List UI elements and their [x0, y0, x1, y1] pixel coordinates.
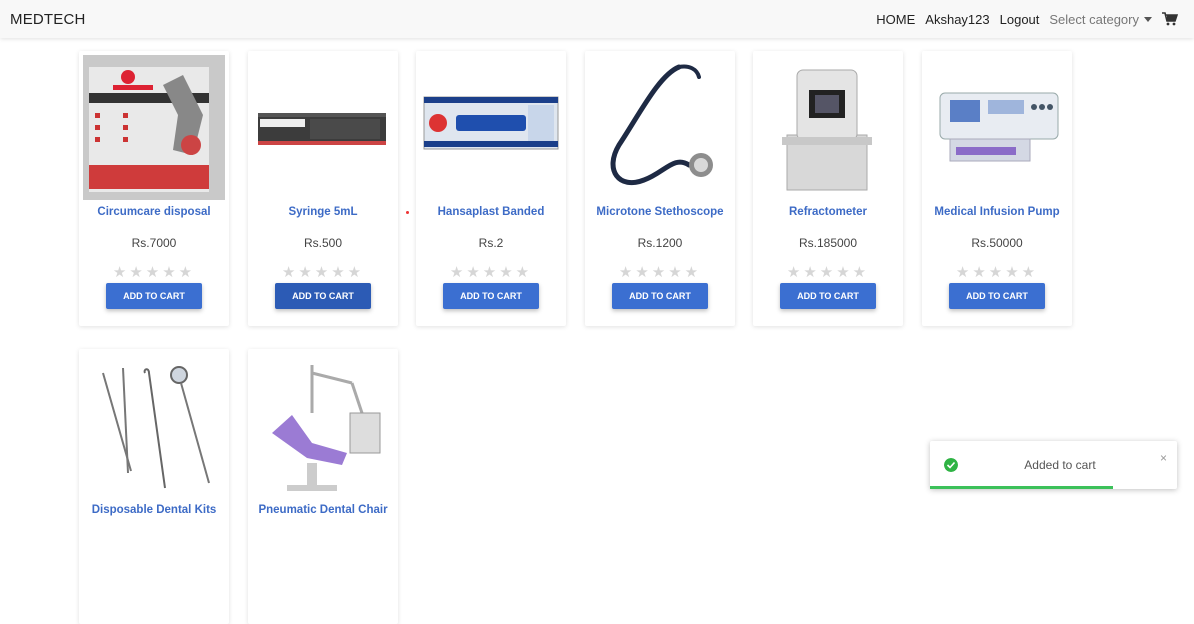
product-image-syringe[interactable] [252, 55, 394, 200]
add-to-cart-button[interactable]: ADD TO CART [275, 283, 371, 309]
product-title[interactable]: Medical Infusion Pump [922, 206, 1072, 218]
star-icon[interactable]: ★ [635, 264, 651, 281]
product-card[interactable]: Circumcare disposal Rs.7000 ★★★★★ ADD TO… [79, 51, 229, 326]
add-to-cart-button[interactable]: ADD TO CART [443, 283, 539, 309]
toast-message: Added to cart [1024, 458, 1096, 472]
star-icon[interactable]: ★ [282, 264, 298, 281]
product-price: Rs.185000 [798, 236, 858, 250]
star-icon[interactable]: ★ [1022, 264, 1038, 281]
stray-dot [406, 211, 409, 214]
product-image-refractometer[interactable] [757, 55, 899, 200]
product-card[interactable]: Syringe 5mL Rs.500 ★★★★★ ADD TO CART [248, 51, 398, 326]
star-icon[interactable]: ★ [836, 264, 852, 281]
product-price: Rs.7000 [131, 236, 177, 250]
star-icon[interactable]: ★ [113, 264, 129, 281]
star-icon[interactable]: ★ [668, 264, 684, 281]
star-rating[interactable]: ★★★★★ [416, 263, 566, 281]
star-icon[interactable]: ★ [787, 264, 803, 281]
nav-logout-link[interactable]: Logout [1000, 12, 1040, 27]
star-icon[interactable]: ★ [652, 264, 668, 281]
category-select-label: Select category [1049, 11, 1139, 27]
product-card[interactable]: Medical Infusion Pump Rs.50000 ★★★★★ ADD… [922, 51, 1072, 326]
product-card[interactable]: Hansaplast Banded Rs.2 ★★★★★ ADD TO CART [416, 51, 566, 326]
star-icon[interactable]: ★ [348, 264, 364, 281]
star-icon[interactable]: ★ [989, 264, 1005, 281]
product-image-dental-kits[interactable] [83, 353, 225, 498]
toast-notification: Added to cart × [930, 441, 1177, 489]
nav-user-link[interactable]: Akshay123 [925, 12, 989, 27]
product-title[interactable]: Circumcare disposal [79, 206, 229, 218]
product-card[interactable]: Disposable Dental Kits [79, 349, 229, 624]
star-icon[interactable]: ★ [1005, 264, 1021, 281]
product-card[interactable]: Pneumatic Dental Chair [248, 349, 398, 624]
cart-icon[interactable] [1162, 12, 1178, 26]
product-image-infusion-pump[interactable] [926, 55, 1068, 200]
star-icon[interactable]: ★ [466, 264, 482, 281]
add-to-cart-button[interactable]: ADD TO CART [949, 283, 1045, 309]
product-title[interactable]: Refractometer [753, 206, 903, 218]
add-to-cart-button[interactable]: ADD TO CART [780, 283, 876, 309]
product-image-circumcare[interactable] [83, 55, 225, 200]
star-rating[interactable]: ★★★★★ [79, 263, 229, 281]
product-title[interactable]: Microtone Stethoscope [585, 206, 735, 218]
close-icon[interactable]: × [1160, 451, 1167, 465]
chevron-down-icon [1144, 16, 1152, 22]
star-icon[interactable]: ★ [146, 264, 162, 281]
star-icon[interactable]: ★ [853, 264, 869, 281]
star-icon[interactable]: ★ [619, 264, 635, 281]
nav-home-link[interactable]: HOME [876, 12, 915, 27]
star-icon[interactable]: ★ [516, 264, 532, 281]
product-price: Rs.50000 [971, 236, 1023, 250]
star-icon[interactable]: ★ [298, 264, 314, 281]
add-to-cart-button[interactable]: ADD TO CART [106, 283, 202, 309]
star-rating[interactable]: ★★★★★ [248, 263, 398, 281]
star-icon[interactable]: ★ [179, 264, 195, 281]
product-image-stethoscope[interactable] [589, 55, 731, 200]
nav-menu: HOME Akshay123 Logout Select category [876, 12, 1178, 27]
product-title[interactable]: Pneumatic Dental Chair [248, 504, 398, 516]
star-icon[interactable]: ★ [315, 264, 331, 281]
star-icon[interactable]: ★ [803, 264, 819, 281]
product-title[interactable]: Hansaplast Banded [416, 206, 566, 218]
star-rating[interactable]: ★★★★★ [585, 263, 735, 281]
category-select[interactable]: Select category [1049, 12, 1152, 27]
star-rating[interactable]: ★★★★★ [753, 263, 903, 281]
product-price: Rs.2 [478, 236, 504, 250]
navbar: MEDTECH HOME Akshay123 Logout Select cat… [0, 0, 1194, 38]
product-image-dental-chair[interactable] [252, 353, 394, 498]
star-icon[interactable]: ★ [820, 264, 836, 281]
product-price: Rs.1200 [637, 236, 683, 250]
star-icon[interactable]: ★ [483, 264, 499, 281]
product-card[interactable]: Microtone Stethoscope Rs.1200 ★★★★★ ADD … [585, 51, 735, 326]
star-icon[interactable]: ★ [499, 264, 515, 281]
star-icon[interactable]: ★ [450, 264, 466, 281]
star-icon[interactable]: ★ [956, 264, 972, 281]
brand-logo[interactable]: MEDTECH [10, 11, 86, 28]
add-to-cart-button[interactable]: ADD TO CART [612, 283, 708, 309]
star-icon[interactable]: ★ [129, 264, 145, 281]
toast-progress-bar [930, 486, 1113, 489]
star-icon[interactable]: ★ [972, 264, 988, 281]
star-icon[interactable]: ★ [331, 264, 347, 281]
product-card[interactable]: Refractometer Rs.185000 ★★★★★ ADD TO CAR… [753, 51, 903, 326]
product-title[interactable]: Disposable Dental Kits [79, 504, 229, 516]
product-image-bandage[interactable] [420, 55, 562, 200]
product-title[interactable]: Syringe 5mL [248, 206, 398, 218]
product-price: Rs.500 [303, 236, 343, 250]
star-icon[interactable]: ★ [162, 264, 178, 281]
star-icon[interactable]: ★ [685, 264, 701, 281]
star-rating[interactable]: ★★★★★ [922, 263, 1072, 281]
